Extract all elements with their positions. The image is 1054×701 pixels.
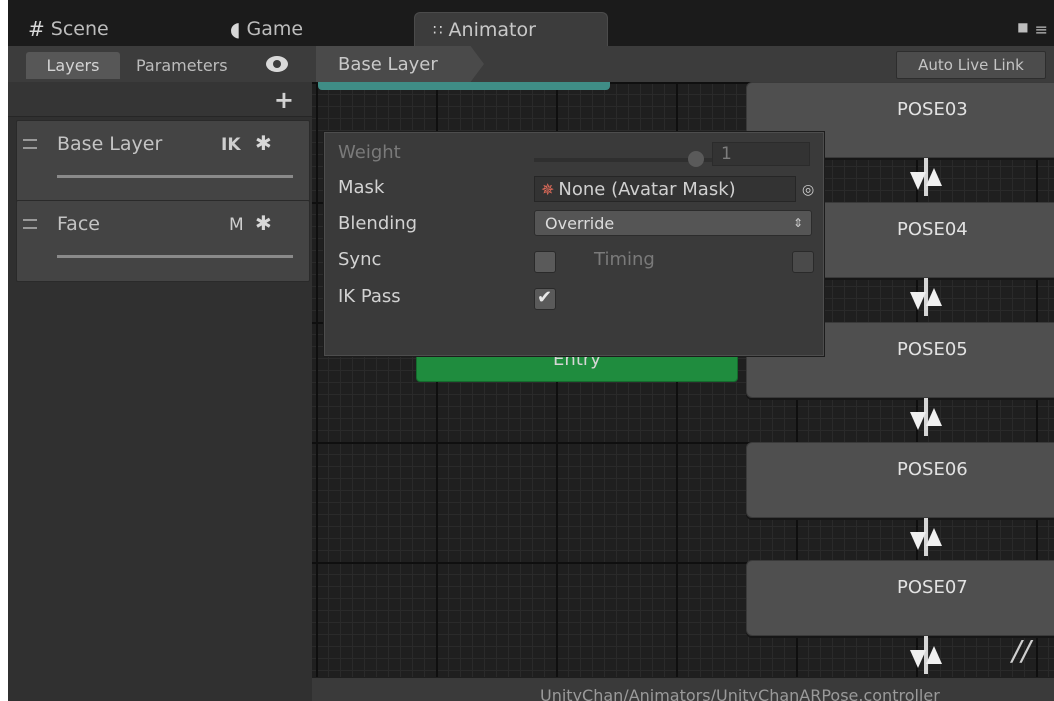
tab-layers[interactable]: Layers (26, 52, 120, 79)
tab-animator[interactable]: ∷ Animator (414, 12, 608, 46)
mask-badge: M (229, 215, 244, 235)
layer-weight-bar (57, 255, 293, 258)
blending-value: Override (545, 214, 615, 233)
blending-label: Blending (338, 213, 418, 234)
mask-field[interactable]: ✵ None (Avatar Mask) (534, 176, 796, 202)
mask-label: Mask (338, 177, 385, 198)
layer-settings-popup: Weight 1 Mask ✵ None (Avatar Mask) ◎ Blen… (323, 131, 825, 357)
ik-badge: IK (221, 135, 241, 155)
layers-header: + (8, 82, 312, 117)
layer-item-face[interactable]: Face M ✱ (16, 200, 310, 282)
breadcrumb-label: Base Layer (338, 53, 438, 75)
any-state-node[interactable] (318, 82, 610, 90)
add-layer-button[interactable]: + (274, 86, 294, 114)
tab-scene[interactable]: # Scene (28, 12, 109, 46)
gear-icon[interactable]: ✱ (255, 131, 272, 155)
controller-path: UnityChan/Animators/UnityChanARPose.cont… (540, 686, 940, 701)
scene-icon: # (28, 17, 45, 41)
layer-name: Base Layer (57, 133, 163, 155)
transition-arrow[interactable] (910, 518, 942, 556)
state-label: POSE04 (897, 219, 968, 240)
layer-item-base-layer[interactable]: Base Layer IK ✱ (16, 120, 310, 202)
gear-icon[interactable]: ✱ (255, 211, 272, 235)
menu-icon[interactable]: ≡ (1035, 20, 1048, 39)
transition-arrow[interactable] (910, 158, 942, 196)
animator-toolbar: Layers Parameters Base Layer Auto Live L… (8, 46, 1054, 83)
ik-pass-label: IK Pass (338, 286, 401, 307)
weight-label: Weight (338, 142, 401, 163)
game-icon: ◖ (230, 17, 241, 41)
eye-icon[interactable] (266, 56, 288, 72)
status-bar: UnityChan/Animators/UnityChanARPose.cont… (312, 677, 1054, 701)
object-picker-icon[interactable]: ◎ (802, 182, 814, 198)
state-node[interactable]: POSE07 (746, 560, 1054, 636)
mask-value: None (Avatar Mask) (558, 179, 736, 200)
tab-game-label: Game (246, 18, 304, 40)
avatar-mask-icon: ✵ (541, 180, 555, 199)
state-label: POSE05 (897, 339, 968, 360)
layer-name: Face (57, 213, 100, 235)
window-controls: ■ ≡ (1017, 20, 1048, 39)
breadcrumb[interactable]: Base Layer (316, 46, 484, 82)
animator-icon: ∷ (433, 20, 443, 39)
tab-game[interactable]: ◖ Game (230, 12, 303, 46)
state-node[interactable]: POSE06 (746, 442, 1054, 518)
timing-checkbox[interactable] (792, 251, 814, 273)
tab-scene-label: Scene (50, 18, 109, 40)
weight-slider-thumb[interactable] (688, 151, 704, 167)
tab-parameters[interactable]: Parameters (136, 52, 228, 79)
drag-handle-icon[interactable] (23, 139, 37, 149)
blending-select[interactable]: Override ⇕ (534, 210, 812, 236)
window-tab-strip: # Scene ◖ Game ∷ Animator ■ ≡ (8, 0, 1054, 46)
ik-pass-checkbox[interactable] (534, 287, 556, 310)
timing-label: Timing (594, 249, 655, 270)
drag-handle-icon[interactable] (23, 219, 37, 229)
state-label: POSE07 (897, 577, 968, 598)
tab-animator-label: Animator (448, 18, 536, 41)
unity-editor: # Scene ◖ Game ∷ Animator ■ ≡ Layers Par… (8, 0, 1054, 701)
layer-weight-bar (57, 175, 293, 178)
chevron-updown-icon: ⇕ (792, 216, 803, 230)
auto-live-link-button[interactable]: Auto Live Link (896, 51, 1046, 79)
transition-arrow[interactable] (910, 636, 942, 674)
transition-arrow[interactable] (910, 398, 942, 436)
transition-arrow[interactable] (910, 278, 942, 316)
state-label: POSE06 (897, 459, 968, 480)
weight-field[interactable]: 1 (712, 142, 810, 166)
continuation-mark: // (1012, 634, 1031, 667)
state-label: POSE03 (897, 99, 968, 120)
lock-icon[interactable]: ■ (1017, 20, 1028, 39)
sync-checkbox[interactable] (534, 251, 556, 273)
layers-panel: + Base Layer IK ✱ Face M ✱ (8, 82, 313, 701)
sync-label: Sync (338, 249, 382, 270)
